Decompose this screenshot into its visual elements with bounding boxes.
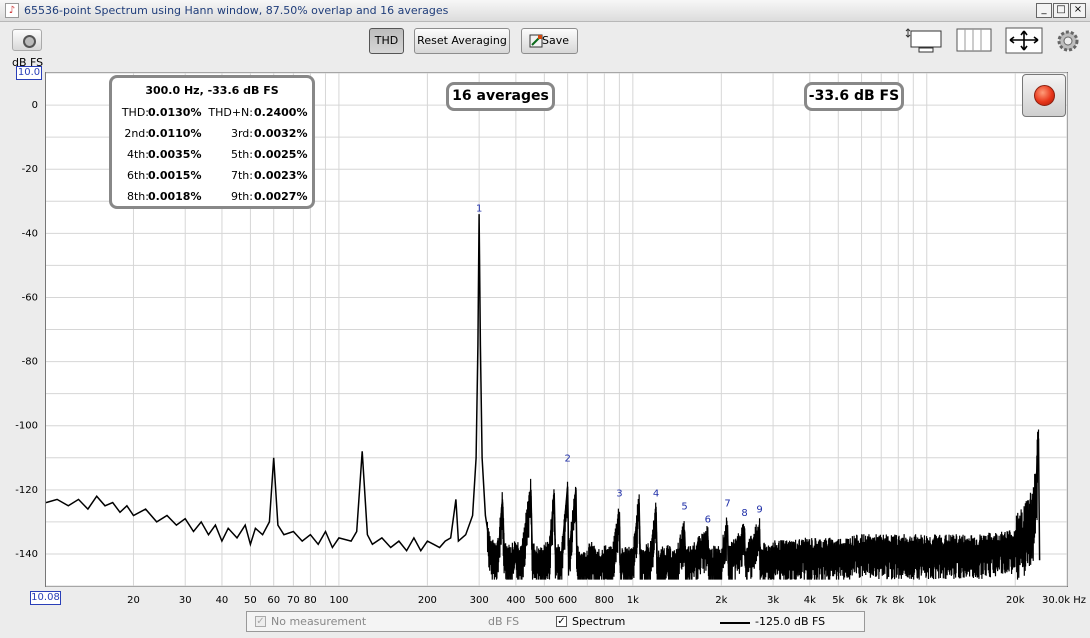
harmonic-value: 0.0035% <box>148 148 202 161</box>
no-measurement-checkbox[interactable]: ✓ <box>255 616 266 627</box>
level-indicator: -33.6 dB FS <box>804 82 904 111</box>
averages-indicator: 16 averages <box>446 82 555 111</box>
x-tick-label: 3k <box>767 595 779 606</box>
pan-arrows-icon[interactable] <box>1005 27 1043 54</box>
x-tick-label: 80 <box>304 595 317 606</box>
thd-n-label: THD+N: <box>208 106 253 119</box>
harmonic-label: 4th: <box>127 148 149 161</box>
thd-row: 4th: 0.0035% 5th: 0.0025% <box>112 148 312 162</box>
x-tick-label: 100 <box>329 595 348 606</box>
y-tick-label: 0 <box>32 100 38 111</box>
y-axis-top-value[interactable]: 10.0 <box>16 66 42 80</box>
save-button[interactable]: Save <box>521 28 578 54</box>
harmonic-label: 9th: <box>231 190 253 203</box>
thd-row: 6th: 0.0015% 7th: 0.0023% <box>112 169 312 183</box>
record-icon <box>1034 85 1055 106</box>
harmonic-label: 5th: <box>231 148 253 161</box>
harmonic-label: 8th: <box>127 190 149 203</box>
x-tick-label: 600 <box>558 595 577 606</box>
app-icon: ♪ <box>5 3 19 18</box>
y-tick-label: -100 <box>15 421 38 432</box>
record-button[interactable] <box>1022 74 1066 117</box>
thd-row: THD: 0.0130% THD+N: 0.2400% <box>112 106 312 120</box>
no-measurement-label: No measurement <box>271 615 367 628</box>
x-tick-label: 70 <box>287 595 300 606</box>
x-tick-label: 5k <box>832 595 844 606</box>
x-tick-label: 2k <box>715 595 727 606</box>
x-tick-label: 30 <box>179 595 192 606</box>
legend-level-label: -125.0 dB FS <box>755 615 826 628</box>
x-tick-label: 400 <box>506 595 525 606</box>
x-tick-label: 20k <box>1006 595 1025 606</box>
y-tick-label: -40 <box>22 228 38 239</box>
maximize-button[interactable]: □ <box>1053 3 1069 18</box>
window-title-bar: ♪ 65536-point Spectrum using Hann window… <box>0 0 1090 22</box>
window-title: 65536-point Spectrum using Hann window, … <box>24 4 449 17</box>
x-tick-label: 30.0k Hz <box>1042 595 1086 606</box>
thd-n-value: 0.2400% <box>254 106 308 119</box>
y-tick-label: -80 <box>22 357 38 368</box>
legend-bar: ✓ No measurement dB FS ✓ Spectrum -125.0… <box>246 611 865 632</box>
harmonic-value: 0.0027% <box>254 190 308 203</box>
harmonic-value: 0.0025% <box>254 148 308 161</box>
x-tick-label: 20 <box>127 595 140 606</box>
y-tick-label: -60 <box>22 292 38 303</box>
y-tick-label: -20 <box>22 164 38 175</box>
camera-icon[interactable] <box>12 29 42 51</box>
x-tick-label: 50 <box>244 595 257 606</box>
x-tick-label: 4k <box>804 595 816 606</box>
zoom-region-icon[interactable] <box>905 27 943 54</box>
thd-toggle-button[interactable]: THD <box>369 28 404 54</box>
settings-gear-icon[interactable] <box>1055 27 1081 54</box>
legend-unit-label: dB FS <box>488 615 520 628</box>
harmonic-value: 0.0023% <box>254 169 308 182</box>
x-tick-label: 1k <box>627 595 639 606</box>
close-button[interactable]: × <box>1070 3 1086 18</box>
thd-panel-header: 300.0 Hz, -33.6 dB FS <box>145 84 279 97</box>
harmonic-label: 2nd: <box>124 127 149 140</box>
y-tick-label: -120 <box>15 485 38 496</box>
harmonic-label: 6th: <box>127 169 149 182</box>
x-tick-label: 6k <box>855 595 867 606</box>
x-tick-label: 7k <box>875 595 887 606</box>
spectrum-line-swatch <box>720 622 750 624</box>
reset-averaging-button[interactable]: Reset Averaging <box>414 28 510 54</box>
harmonic-value: 0.0015% <box>148 169 202 182</box>
spectrum-checkbox[interactable]: ✓ <box>556 616 567 627</box>
y-tick-label: -140 <box>15 549 38 560</box>
x-axis-left-value[interactable]: 10.08 <box>30 591 61 605</box>
x-tick-label: 60 <box>267 595 280 606</box>
minimize-button[interactable]: _ <box>1036 3 1052 18</box>
x-tick-label: 300 <box>470 595 489 606</box>
save-icon <box>529 34 543 48</box>
thd-label: THD: <box>121 106 149 119</box>
thd-results-panel: 300.0 Hz, -33.6 dB FS THD: 0.0130% THD+N… <box>109 75 315 209</box>
thd-row: 8th: 0.0018% 9th: 0.0027% <box>112 190 312 204</box>
harmonic-value: 0.0018% <box>148 190 202 203</box>
x-tick-label: 40 <box>216 595 229 606</box>
harmonic-label: 3rd: <box>230 127 253 140</box>
save-button-label: Save <box>542 34 570 47</box>
x-tick-label: 200 <box>418 595 437 606</box>
columns-icon[interactable] <box>956 27 992 54</box>
harmonic-value: 0.0110% <box>148 127 202 140</box>
harmonic-value: 0.0032% <box>254 127 308 140</box>
harmonic-label: 7th: <box>231 169 253 182</box>
thd-value: 0.0130% <box>148 106 202 119</box>
x-tick-label: 8k <box>892 595 904 606</box>
thd-row: 2nd: 0.0110% 3rd: 0.0032% <box>112 127 312 141</box>
x-tick-label: 800 <box>595 595 614 606</box>
x-tick-label: 500 <box>535 595 554 606</box>
spectrum-label: Spectrum <box>572 615 626 628</box>
x-tick-label: 10k <box>918 595 937 606</box>
